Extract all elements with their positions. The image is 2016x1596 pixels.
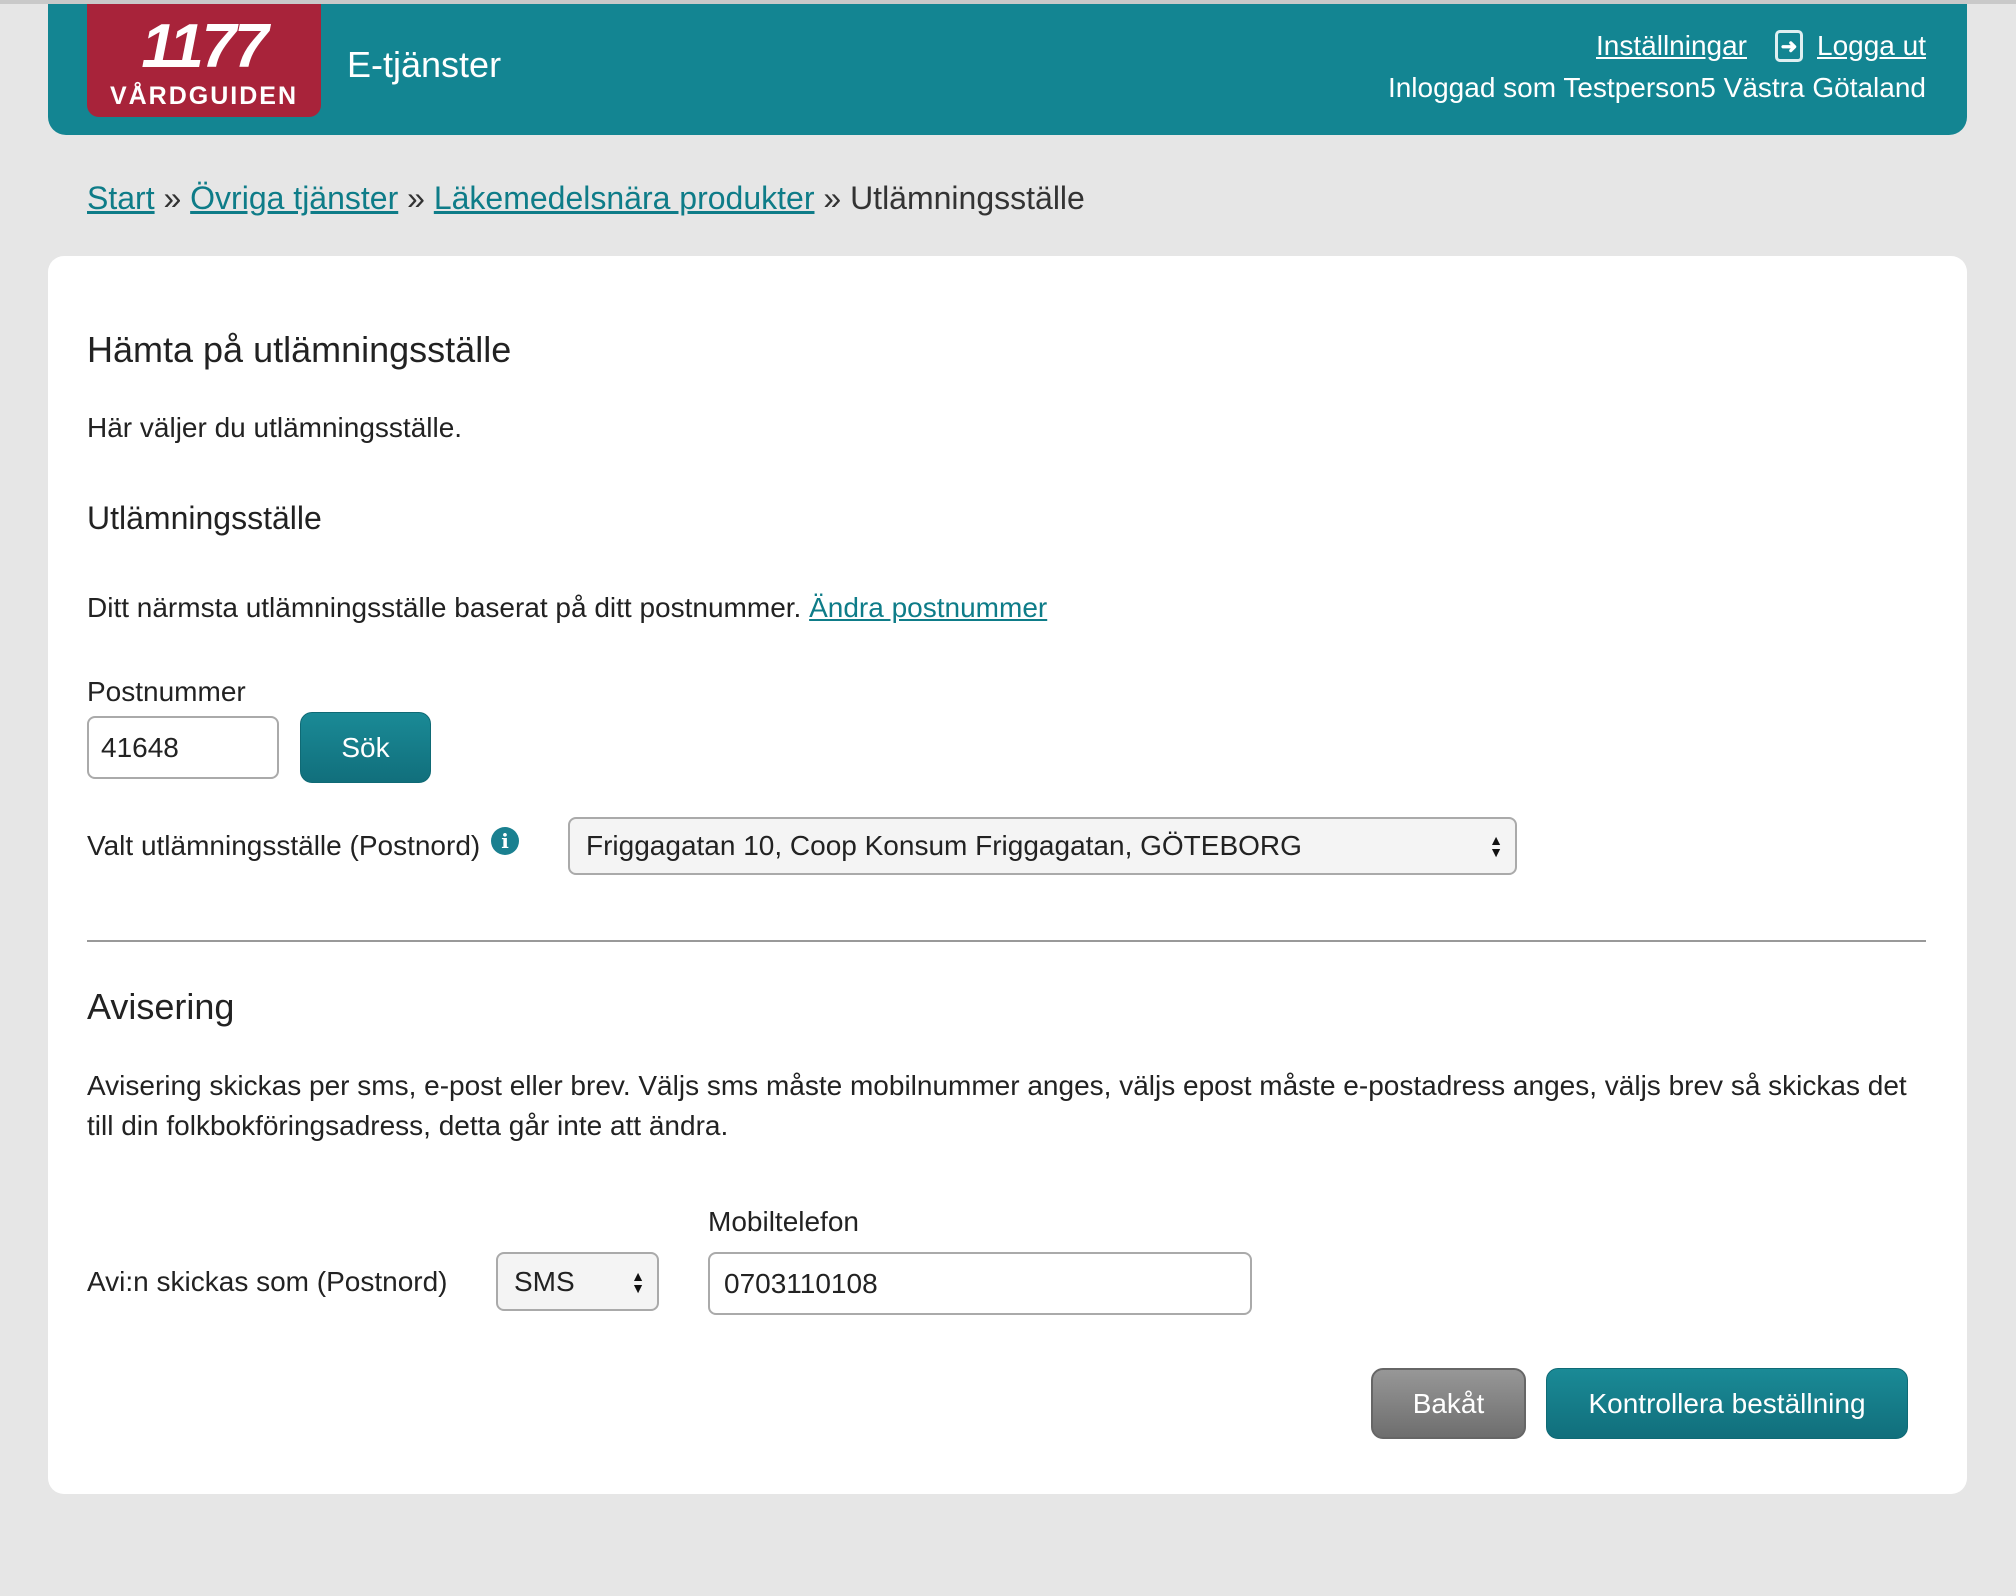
nearest-text: Ditt närmsta utlämningsställe baserat på… <box>87 592 802 623</box>
logout-link[interactable]: Logga ut <box>1817 30 1926 62</box>
change-postcode-link[interactable]: Ändra postnummer <box>809 592 1047 623</box>
section-title-pickup: Utlämningsställe <box>87 500 322 536</box>
breadcrumb-separator: » <box>407 180 425 216</box>
mobile-label: Mobiltelefon <box>708 1206 859 1237</box>
logo-text: VÅRDGUIDEN <box>109 82 299 110</box>
postcode-label: Postnummer <box>87 676 246 707</box>
back-button[interactable]: Bakåt <box>1371 1368 1526 1439</box>
settings-link[interactable]: Inställningar <box>1596 30 1747 62</box>
section-title-notice: Avisering <box>87 986 235 1027</box>
mobile-input[interactable]: 0703110108 <box>708 1252 1252 1315</box>
intro-text: Här väljer du utlämningsställe. <box>87 412 463 443</box>
pickup-select[interactable]: Friggagatan 10, Coop Konsum Friggagatan,… <box>568 817 1517 875</box>
search-button[interactable]: Sök <box>300 712 431 783</box>
breadcrumb-medical-products[interactable]: Läkemedelsnära produkter <box>434 180 815 216</box>
check-order-button[interactable]: Kontrollera beställning <box>1546 1368 1908 1439</box>
notice-type-select[interactable]: SMS ▲ ▼ <box>496 1252 659 1311</box>
select-arrows-icon: ▲ ▼ <box>1489 832 1503 860</box>
breadcrumb-other-services[interactable]: Övriga tjänster <box>190 180 398 216</box>
notice-text: Avisering skickas per sms, e-post eller … <box>87 1070 1907 1141</box>
breadcrumb-separator: » <box>823 180 842 216</box>
pickup-label: Valt utlämningsställe (Postnord) <box>87 830 481 861</box>
logo-number: 1177 <box>141 12 268 81</box>
site-header: 1177 VÅRDGUIDEN E-tjänster Inställningar… <box>48 4 1967 135</box>
breadcrumb-separator: » <box>163 180 182 216</box>
breadcrumb-start[interactable]: Start <box>87 180 155 216</box>
pickup-select-value: Friggagatan 10, Coop Konsum Friggagatan,… <box>586 830 1302 861</box>
nearest-text-row: Ditt närmsta utlämningsställe baserat på… <box>87 592 1047 624</box>
vardguiden-logo[interactable]: 1177 VÅRDGUIDEN <box>87 4 321 117</box>
page-title: Hämta på utlämningsställe <box>87 329 512 370</box>
select-arrows-icon: ▲ ▼ <box>631 1267 645 1296</box>
logged-in-as: Inloggad som Testperson5 Västra Götaland <box>1387 72 1926 103</box>
postcode-input[interactable]: 41648 <box>87 716 279 779</box>
notice-type-value: SMS <box>514 1265 575 1297</box>
user-links: Inställningar ➜ Logga ut Inloggad som Te… <box>1388 30 1926 104</box>
logout-icon[interactable]: ➜ <box>1775 30 1803 62</box>
breadcrumb: Start » Övriga tjänster » Läkemedelsnära… <box>87 180 1085 217</box>
notice-type-label: Avi:n skickas som (Postnord) <box>87 1266 448 1297</box>
app-title: E-tjänster <box>347 44 502 85</box>
divider <box>87 940 1926 942</box>
info-icon[interactable]: i <box>491 827 519 855</box>
breadcrumb-current: Utlämningsställe <box>850 180 1085 216</box>
